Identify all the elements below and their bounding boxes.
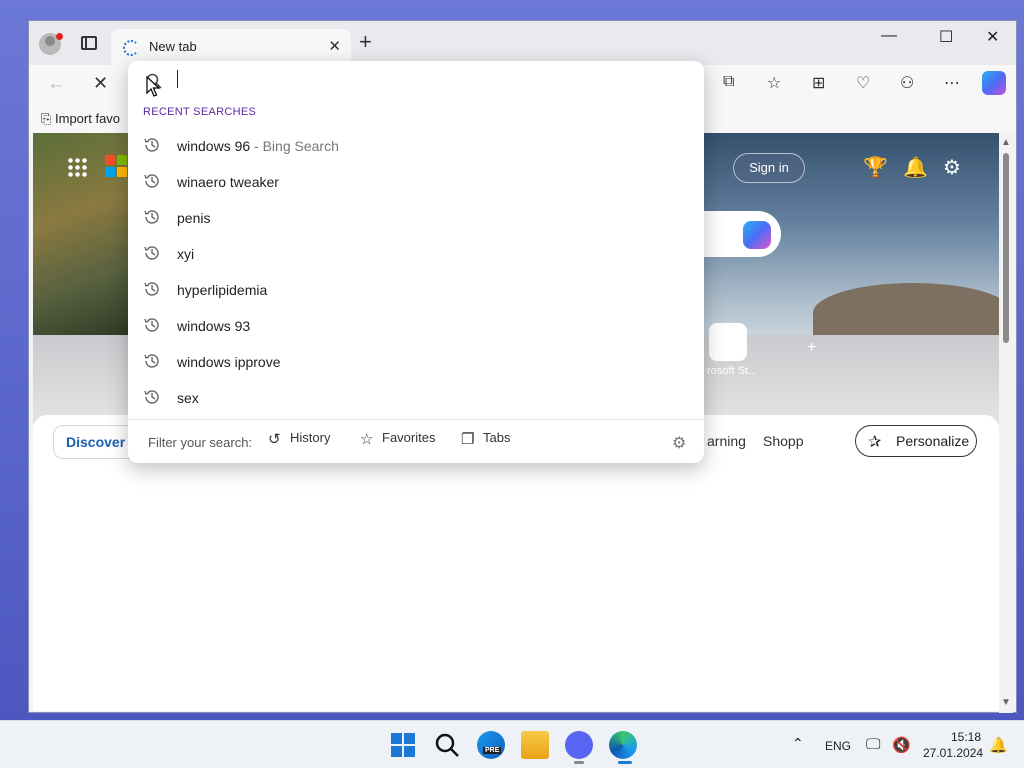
import-icon: ⎘ xyxy=(41,111,56,126)
dropdown-divider xyxy=(128,419,704,420)
edge-icon[interactable] xyxy=(609,731,637,759)
sparkle-star-icon: ✰ xyxy=(868,434,882,451)
address-bar-dropdown: RECENT SEARCHES windows 96 - Bing Search… xyxy=(128,61,704,463)
copilot-icon[interactable] xyxy=(982,71,1006,95)
history-clock-icon xyxy=(144,138,159,152)
page-settings-gear-icon[interactable]: ⚙ xyxy=(943,155,961,180)
hero-mountain-image xyxy=(813,283,999,343)
history-clock-icon xyxy=(144,210,159,224)
star-icon: ☆ xyxy=(360,431,374,448)
recent-search-item[interactable]: hyperlipidemia xyxy=(128,272,704,308)
import-favorites-link[interactable]: ⎘ Import favo xyxy=(41,111,120,127)
profile-switch-icon[interactable]: ⚇ xyxy=(900,73,914,93)
split-screen-icon[interactable]: ⧉ xyxy=(723,73,734,91)
app-launcher-icon[interactable] xyxy=(67,157,87,177)
search-icon[interactable] xyxy=(433,731,461,759)
quick-link-label: rosoft St... xyxy=(707,365,758,377)
edge-preview-icon[interactable]: PRE xyxy=(477,731,505,759)
search-settings-gear-icon[interactable]: ⚙ xyxy=(672,433,686,453)
recent-search-text: winaero tweaker xyxy=(177,174,279,190)
back-arrow-icon[interactable]: ← xyxy=(47,73,66,95)
active-indicator xyxy=(618,761,632,764)
notification-bell-icon[interactable]: 🔔 xyxy=(989,736,1008,754)
notifications-bell-icon[interactable]: 🔔 xyxy=(903,155,928,180)
clock-time[interactable]: 15:18 xyxy=(951,730,981,744)
taskbar: PRE ⌃ ENG 🖵 🔇 15:18 27.01.2024 🔔 xyxy=(0,720,1024,768)
filter-label: Filter your search: xyxy=(148,435,253,450)
recent-search-text: windows 96 - Bing Search xyxy=(177,138,339,154)
recent-search-item[interactable]: windows 96 - Bing Search xyxy=(128,128,704,164)
network-icon[interactable]: 🖵 xyxy=(866,736,880,753)
new-tab-button[interactable]: + xyxy=(359,31,372,53)
filter-favorites-button[interactable]: ☆ Favorites xyxy=(360,430,435,448)
recent-search-item[interactable]: penis xyxy=(128,200,704,236)
tabs-icon: ❐ xyxy=(461,431,475,448)
recent-search-item[interactable]: sex xyxy=(128,380,704,416)
filter-tabs-button[interactable]: ❐ Tabs xyxy=(461,430,510,448)
close-window-button[interactable]: ✕ xyxy=(986,27,999,47)
browser-essentials-icon[interactable]: ♡ xyxy=(856,73,870,93)
minimize-button[interactable]: — xyxy=(881,27,897,45)
history-clock-icon xyxy=(144,246,159,260)
more-options-icon[interactable]: ⋯ xyxy=(944,73,960,93)
scroll-down-icon[interactable]: ▼ xyxy=(1001,697,1011,708)
scroll-up-icon[interactable]: ▲ xyxy=(1001,137,1011,148)
recent-search-text: penis xyxy=(177,210,211,226)
running-indicator xyxy=(574,761,584,764)
mouse-pointer-icon xyxy=(146,76,160,97)
loading-spinner-icon xyxy=(123,40,139,56)
recent-search-text: sex xyxy=(177,390,199,406)
recent-search-text: windows 93 xyxy=(177,318,251,334)
rewards-trophy-icon[interactable]: 🏆 xyxy=(863,155,888,180)
recent-search-item[interactable]: windows 93 xyxy=(128,308,704,344)
tab-strip: New tab ✕ + — ☐ ✕ xyxy=(29,21,1016,65)
tab-new-tab[interactable]: New tab ✕ xyxy=(111,29,351,65)
tab-title: New tab xyxy=(149,39,197,54)
microsoft-logo-icon xyxy=(105,155,127,177)
pre-badge: PRE xyxy=(483,747,502,754)
recent-searches-heading: RECENT SEARCHES xyxy=(143,106,257,118)
copilot-search-icon[interactable] xyxy=(743,221,771,249)
maximize-button[interactable]: ☐ xyxy=(939,27,953,47)
personalize-label: Personalize xyxy=(896,433,970,449)
recent-search-text: hyperlipidemia xyxy=(177,282,268,298)
clock-date[interactable]: 27.01.2024 xyxy=(923,746,983,760)
personalize-button[interactable]: ✰ Personalize xyxy=(855,425,977,457)
windows-start-icon[interactable] xyxy=(389,731,417,759)
page-scrollbar[interactable]: ▲ ▼ xyxy=(999,133,1013,713)
stop-loading-icon[interactable]: ✕ xyxy=(93,73,108,94)
recent-search-text: xyi xyxy=(177,246,195,262)
sign-in-button[interactable]: Sign in xyxy=(733,153,805,183)
tab-actions-icon[interactable] xyxy=(81,36,97,50)
address-input[interactable] xyxy=(177,70,178,88)
language-indicator[interactable]: ENG xyxy=(825,739,851,753)
tab-learning[interactable]: arning xyxy=(707,433,746,449)
scroll-thumb[interactable] xyxy=(1003,153,1009,343)
file-explorer-icon[interactable] xyxy=(521,731,549,759)
discord-icon[interactable] xyxy=(565,731,593,759)
quick-link-tile-microsoft-store[interactable] xyxy=(709,323,747,361)
favorites-star-icon[interactable]: ☆ xyxy=(767,73,781,93)
history-clock-icon xyxy=(144,318,159,332)
collections-icon[interactable]: ⊞ xyxy=(812,73,825,93)
recent-search-item[interactable]: windows ipprove xyxy=(128,344,704,380)
history-clock-icon xyxy=(144,174,159,188)
recent-search-text: windows ipprove xyxy=(177,354,281,370)
history-icon: ↺ xyxy=(268,431,281,448)
history-clock-icon xyxy=(144,354,159,368)
speaker-muted-icon[interactable]: 🔇 xyxy=(892,736,911,754)
history-clock-icon xyxy=(144,390,159,404)
tray-overflow-chevron-icon[interactable]: ⌃ xyxy=(792,735,804,752)
history-clock-icon xyxy=(144,282,159,296)
add-quick-link-icon[interactable]: + xyxy=(807,339,816,357)
notification-dot-icon xyxy=(56,33,63,40)
filter-history-button[interactable]: ↺ History xyxy=(268,430,330,448)
recent-search-item[interactable]: winaero tweaker xyxy=(128,164,704,200)
recent-search-item[interactable]: xyi xyxy=(128,236,704,272)
close-tab-icon[interactable]: ✕ xyxy=(328,37,341,55)
tab-shopping[interactable]: Shopp xyxy=(763,433,803,449)
